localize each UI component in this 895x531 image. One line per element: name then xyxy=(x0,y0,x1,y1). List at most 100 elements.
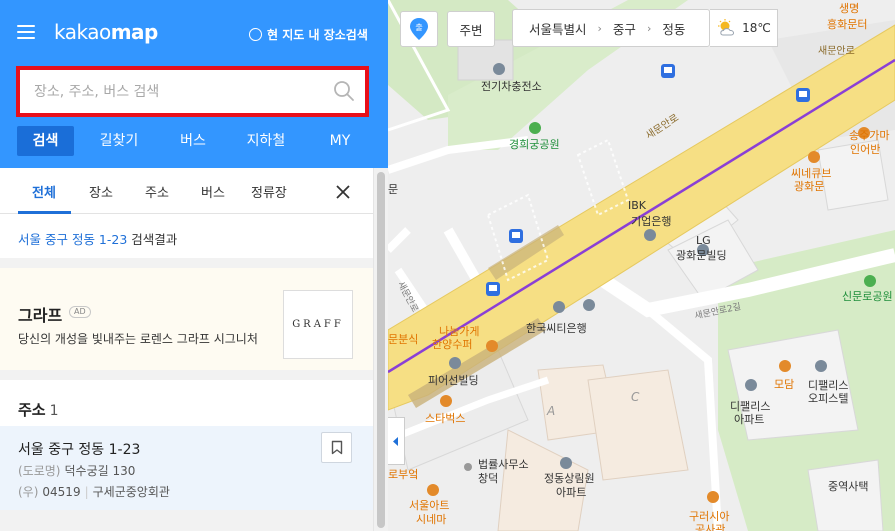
sidebar-collapse-button[interactable] xyxy=(388,417,405,465)
poi-jeongdong-2[interactable]: 아파트 xyxy=(556,484,586,500)
result-suffix: 검색결과 xyxy=(131,232,178,247)
park-icon[interactable] xyxy=(864,275,876,287)
sidebar-scrollbar[interactable] xyxy=(373,168,388,531)
bus-stop-icon[interactable] xyxy=(796,88,810,102)
building xyxy=(807,459,884,531)
poi-edge-left-1[interactable]: 문 xyxy=(388,181,398,197)
landmark-icon[interactable] xyxy=(707,491,719,503)
main-nav-tabs: 검색 길찾기 버스 지하철 MY xyxy=(17,126,371,156)
tab-subway[interactable]: 지하철 xyxy=(237,126,295,156)
zip-code: 04519 xyxy=(42,485,81,499)
kakaomap-logo[interactable]: kakaomap xyxy=(54,20,158,44)
poi-park[interactable]: 경희궁공원 xyxy=(509,136,560,152)
tab-my[interactable]: MY xyxy=(317,126,363,156)
road-address: 덕수궁길 130 xyxy=(64,464,136,478)
poi-ibk-2[interactable]: 기업은행 xyxy=(631,213,671,229)
hamburger-menu-icon[interactable] xyxy=(17,25,35,39)
nearby-button[interactable]: 주변 xyxy=(447,11,495,47)
ad-logo-image[interactable]: GRAFF xyxy=(283,290,353,359)
poi-edge-top-right-2[interactable]: 흥화문터 xyxy=(827,16,867,32)
sidebar: kakaomap 현 지도 내 장소검색 검색 길찾기 버스 지하철 MY 전체… xyxy=(0,0,388,531)
result-caption: 서울 중구 정동 1-23 검색결과 xyxy=(18,229,177,248)
subtab-place[interactable]: 장소 xyxy=(89,182,113,201)
poi-guryeo-2[interactable]: 공사관 xyxy=(695,521,725,531)
search-input[interactable] xyxy=(20,70,320,113)
close-icon[interactable] xyxy=(335,184,351,200)
poi-ev-station[interactable]: 전기차충전소 xyxy=(481,78,542,94)
tab-search[interactable]: 검색 xyxy=(17,126,74,156)
ev-charger-icon[interactable] xyxy=(493,63,505,75)
location-breadcrumb[interactable]: 서울특별시 › 중구 › 정동 xyxy=(512,9,710,47)
bank-icon[interactable] xyxy=(553,301,565,313)
parking-icon[interactable] xyxy=(583,299,595,311)
building-icon[interactable] xyxy=(449,357,461,369)
search-icon[interactable] xyxy=(333,80,355,102)
bus-stop-icon[interactable] xyxy=(486,282,500,296)
ad-title[interactable]: 그라프 xyxy=(18,302,62,326)
apartment-icon[interactable] xyxy=(560,457,572,469)
poi-dpalace-apt-2[interactable]: 아파트 xyxy=(734,411,764,427)
temperature-value: 18℃ xyxy=(742,21,771,35)
breadcrumb-district[interactable]: 중구 xyxy=(610,19,639,38)
poi-edge-left-3[interactable]: 로부엌 xyxy=(388,466,418,482)
poi-starbucks[interactable]: 스타벅스 xyxy=(425,410,465,426)
tab-directions[interactable]: 길찾기 xyxy=(87,126,151,156)
next-section-divider xyxy=(0,510,373,531)
logo-light-text: kakao xyxy=(54,20,111,44)
ad-badge: AD xyxy=(69,306,91,318)
current-location-button[interactable]: 출 xyxy=(400,11,438,47)
subtab-all[interactable]: 전체 xyxy=(32,182,56,201)
poi-modam[interactable]: 모담 xyxy=(774,376,794,392)
poi-songjuk-2[interactable]: 인어반 xyxy=(850,141,880,157)
poi-nanugage-2[interactable]: 한양수퍼 xyxy=(432,336,472,352)
poi-lg-1[interactable]: LG xyxy=(696,234,711,247)
search-box xyxy=(16,66,369,117)
office-icon[interactable] xyxy=(464,463,472,471)
subtab-address[interactable]: 주소 xyxy=(145,182,169,201)
bus-stop-icon[interactable] xyxy=(661,64,675,78)
cinema-icon[interactable] xyxy=(427,484,439,496)
weather-widget[interactable]: 18℃ xyxy=(710,9,778,47)
breadcrumb-dong[interactable]: 정동 xyxy=(659,19,688,38)
poi-sinmunro-park[interactable]: 신문로공원 xyxy=(842,288,893,304)
scrollbar-thumb[interactable] xyxy=(377,172,385,528)
block-label-c: C xyxy=(631,390,640,404)
partly-cloudy-icon xyxy=(718,19,735,36)
poi-peer-building[interactable]: 피어선빌딩 xyxy=(428,372,479,388)
location-pin-icon: 출 xyxy=(410,18,428,40)
poi-dpalace-off-2[interactable]: 오피스텔 xyxy=(808,390,848,406)
bus-stop-icon[interactable] xyxy=(509,229,523,243)
poi-edge-top-right-1[interactable]: 생명 xyxy=(839,0,859,16)
poi-law-office-2[interactable]: 창덕 xyxy=(478,470,498,486)
poi-edge-left-2[interactable]: 문분식 xyxy=(388,331,418,347)
breadcrumb-city[interactable]: 서울특별시 xyxy=(526,19,590,38)
chevron-right-icon: › xyxy=(597,21,602,35)
map-view[interactable]: 전기차충전소 경희궁공원 IBK 기업은행 LG 광화문빌딩 한국씨티은행 나눔… xyxy=(388,0,895,531)
cinema-icon[interactable] xyxy=(808,151,820,163)
poi-lg-2[interactable]: 광화문빌딩 xyxy=(676,247,727,263)
park-icon[interactable] xyxy=(529,122,541,134)
svg-text:출: 출 xyxy=(415,22,422,32)
zip-line: (우) 04519 | 구세군중앙회관 xyxy=(18,485,170,499)
subtab-bus-stop[interactable]: 정류장 xyxy=(251,182,287,201)
bank-icon[interactable] xyxy=(644,229,656,241)
address-section-title: 주소 1 xyxy=(18,399,59,420)
radio-icon xyxy=(249,27,262,41)
store-icon[interactable] xyxy=(486,340,498,352)
zip-tag: (우) xyxy=(18,485,39,499)
poi-seoul-art-2[interactable]: 시네마 xyxy=(416,511,446,527)
poi-citibank[interactable]: 한국씨티은행 xyxy=(526,320,587,336)
subtab-bus[interactable]: 버스 xyxy=(201,182,225,201)
poi-ibk-1[interactable]: IBK xyxy=(628,199,646,212)
address-main[interactable]: 서울 중구 정동 1-23 xyxy=(18,439,140,459)
building-icon[interactable] xyxy=(815,360,827,372)
poi-seecube-2[interactable]: 광화문 xyxy=(794,178,824,194)
tab-bus[interactable]: 버스 xyxy=(165,126,221,156)
poi-jungyeok[interactable]: 중역사택 xyxy=(828,478,868,494)
cafe-icon[interactable] xyxy=(440,395,452,407)
map-area-search-toggle[interactable]: 현 지도 내 장소검색 xyxy=(249,25,368,43)
apartment-icon[interactable] xyxy=(745,379,757,391)
restaurant-icon[interactable] xyxy=(779,360,791,372)
road-tag: (도로명) xyxy=(18,464,61,478)
bookmark-button[interactable] xyxy=(321,432,352,463)
